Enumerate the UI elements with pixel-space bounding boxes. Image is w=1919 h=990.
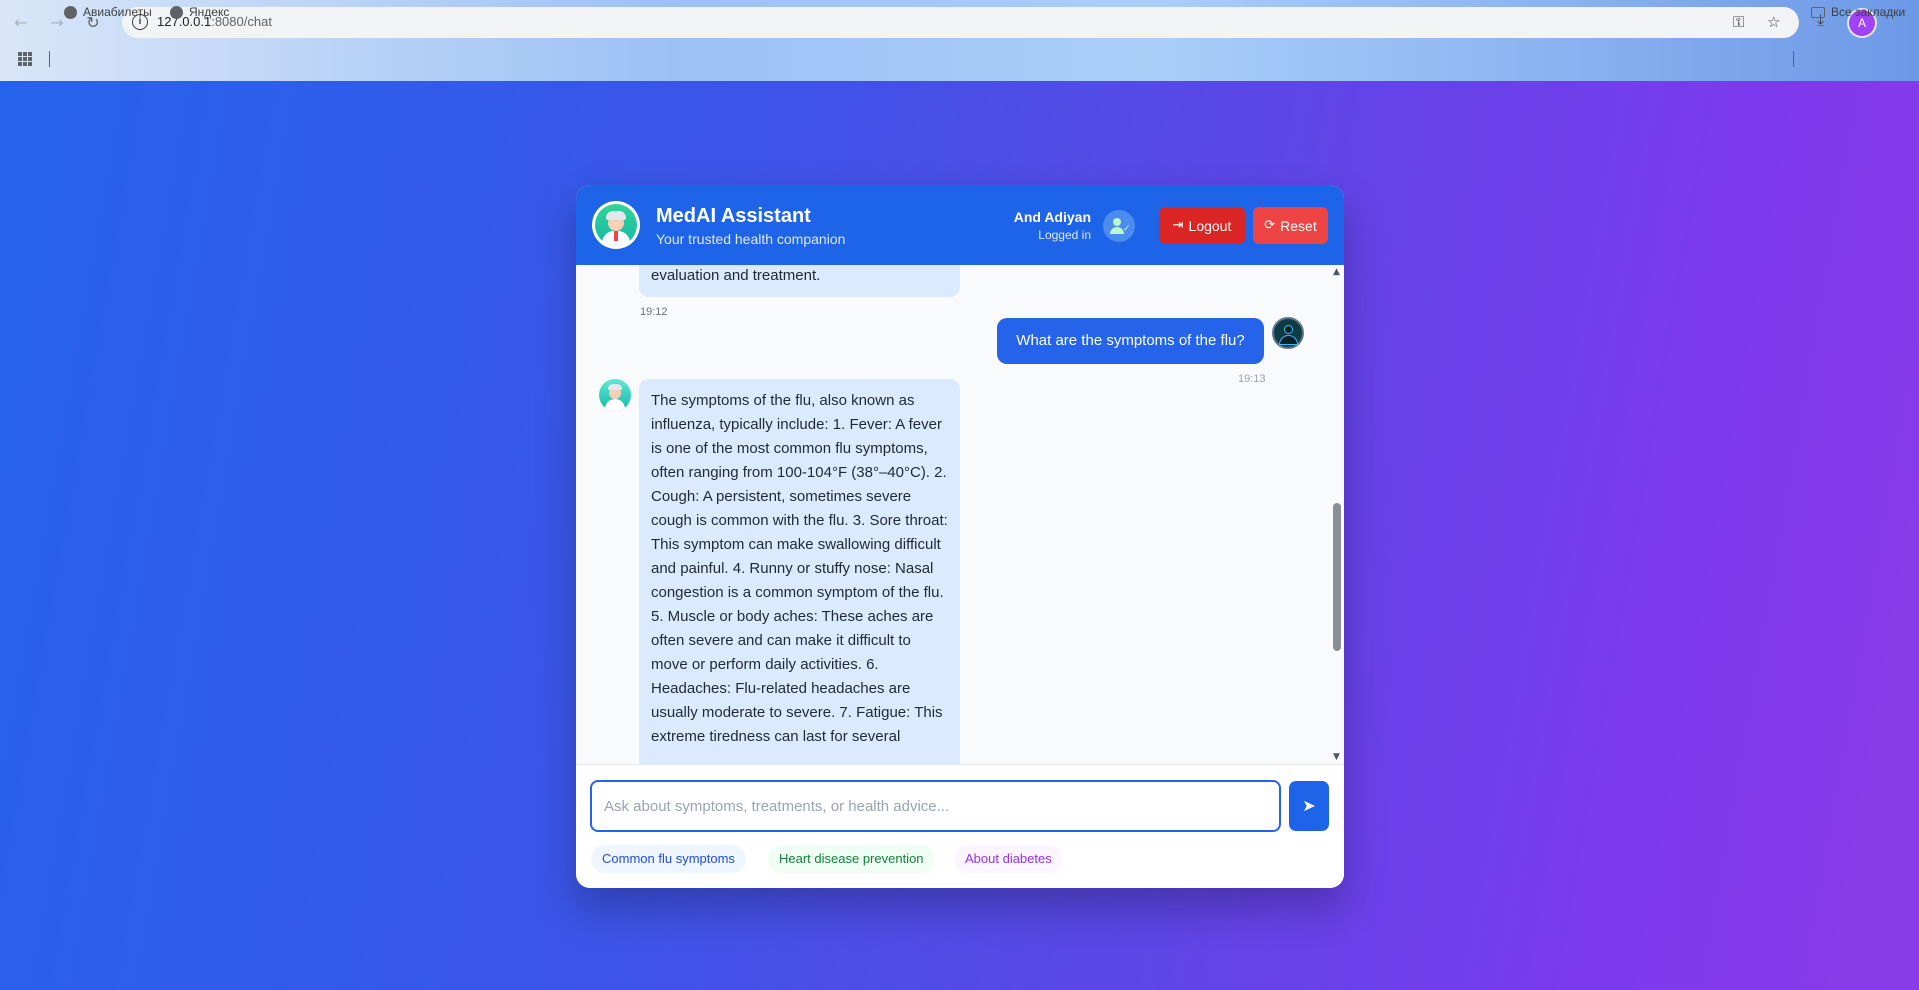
suggestion-chip[interactable]: About diabetes bbox=[954, 845, 1063, 873]
star-icon[interactable]: ☆ bbox=[1767, 13, 1780, 31]
browser-chrome: ← → ↻ i 127.0.0.1:8080/chat ⚿ ☆ ⤓ A Авиа… bbox=[0, 0, 1919, 81]
back-arrow-icon[interactable]: ← bbox=[10, 12, 32, 34]
refresh-icon: ⟳ bbox=[1264, 218, 1276, 233]
bookmark-label: Яндекс bbox=[189, 5, 230, 19]
message-time: 19:13 bbox=[1238, 373, 1266, 385]
app-title: MedAI Assistant bbox=[656, 205, 811, 227]
apps-grid-icon[interactable] bbox=[18, 52, 32, 66]
bookmark-yandex[interactable]: Яндекс bbox=[170, 5, 229, 19]
message-list[interactable]: evaluation and treatment. 19:12 What are… bbox=[576, 265, 1344, 764]
reset-label: Reset bbox=[1280, 217, 1317, 234]
reset-button[interactable]: ⟳ Reset bbox=[1253, 207, 1328, 244]
input-area: ➤ Common flu symptoms Heart disease prev… bbox=[576, 764, 1344, 888]
all-bookmarks[interactable]: Все закладки bbox=[1811, 5, 1905, 19]
bookmark-aviabilety[interactable]: Авиабилеты bbox=[64, 5, 152, 19]
address-bar[interactable]: i 127.0.0.1:8080/chat ⚿ ☆ bbox=[122, 7, 1799, 38]
message-scrollbar[interactable]: ▲ ▼ bbox=[1330, 265, 1344, 764]
bookmark-label: Авиабилеты bbox=[83, 5, 152, 19]
app-subtitle: Your trusted health companion bbox=[656, 231, 846, 247]
user-status: Logged in bbox=[1038, 228, 1091, 242]
scrollbar-thumb[interactable] bbox=[1333, 503, 1341, 651]
chat-input[interactable] bbox=[590, 780, 1281, 832]
paper-plane-icon: ➤ bbox=[1302, 796, 1316, 815]
user-avatar-icon bbox=[1272, 317, 1304, 349]
scroll-down-icon[interactable]: ▼ bbox=[1333, 752, 1340, 762]
user-message: What are the symptoms of the flu? bbox=[997, 318, 1264, 364]
user-check-icon: ✓ bbox=[1103, 210, 1135, 242]
suggestion-chip[interactable]: Heart disease prevention bbox=[768, 845, 935, 873]
logout-button[interactable]: ⇥ Logout bbox=[1159, 207, 1245, 244]
doctor-avatar-icon bbox=[599, 379, 631, 411]
send-button[interactable]: ➤ bbox=[1289, 781, 1329, 831]
bookmark-separator bbox=[1793, 51, 1794, 67]
bot-message: The symptoms of the flu, also known as i… bbox=[639, 379, 960, 764]
bot-message: evaluation and treatment. bbox=[639, 265, 960, 297]
suggestion-chip[interactable]: Common flu symptoms bbox=[591, 845, 746, 873]
folder-icon bbox=[1811, 6, 1825, 18]
message-time: 19:12 bbox=[640, 306, 668, 318]
logout-label: Logout bbox=[1188, 217, 1232, 234]
chat-card: MedAI Assistant Your trusted health comp… bbox=[576, 185, 1344, 888]
doctor-avatar-icon bbox=[592, 201, 640, 249]
scroll-up-icon[interactable]: ▲ bbox=[1333, 267, 1340, 277]
globe-icon bbox=[170, 5, 183, 19]
page-background: MedAI Assistant Your trusted health comp… bbox=[0, 81, 1919, 990]
user-name: And Adiyan bbox=[1013, 209, 1091, 225]
globe-icon bbox=[64, 5, 77, 19]
all-bookmarks-label: Все закладки bbox=[1831, 5, 1906, 19]
password-key-icon[interactable]: ⚿ bbox=[1733, 13, 1744, 31]
chat-header: MedAI Assistant Your trusted health comp… bbox=[576, 185, 1344, 265]
bookmark-separator bbox=[49, 51, 50, 67]
sign-out-icon: ⇥ bbox=[1172, 218, 1184, 233]
